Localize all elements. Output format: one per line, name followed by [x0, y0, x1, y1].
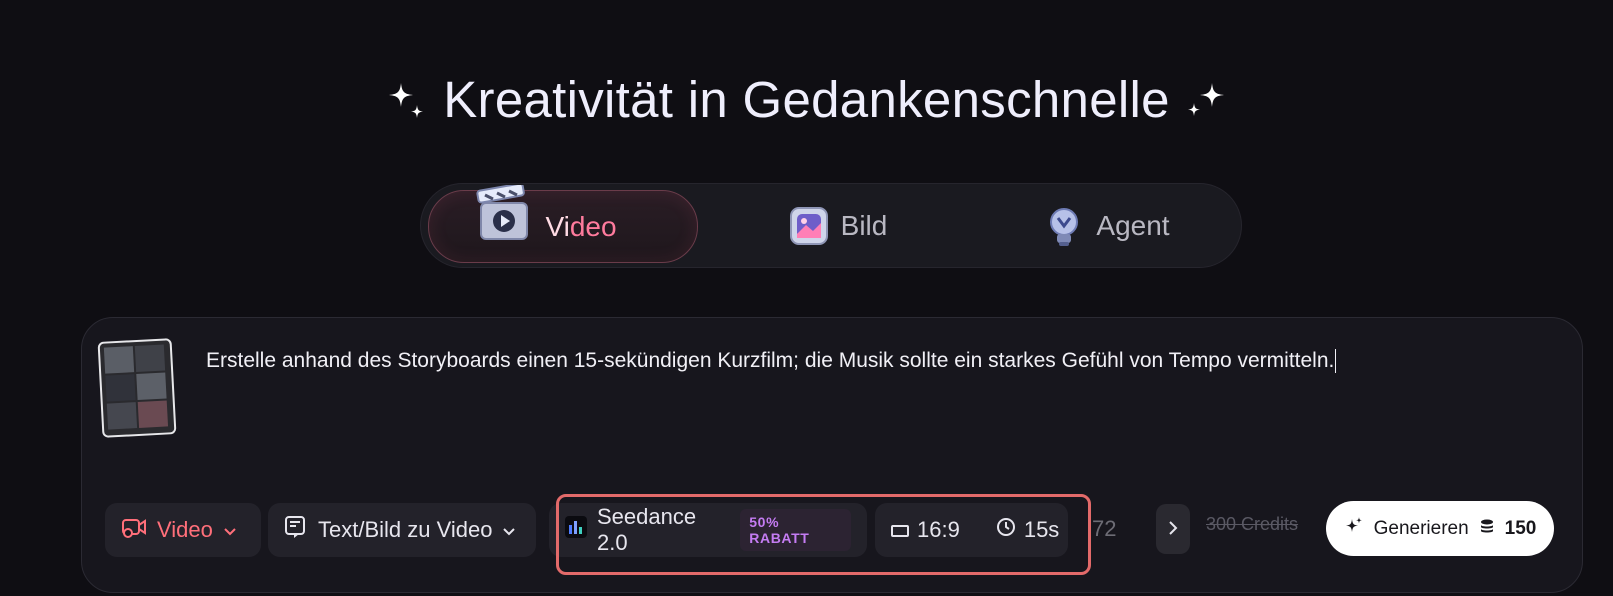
type-select[interactable]: Video: [105, 503, 261, 557]
old-credits-price: 300 Credits: [1206, 514, 1299, 534]
tab-label: Agent: [1096, 209, 1170, 241]
text-caret: [1335, 349, 1337, 374]
headline-text: Kreativität in Gedankenschnelle: [443, 71, 1170, 128]
storyboard-thumbnail[interactable]: [97, 338, 177, 438]
type-select-label: Video: [157, 517, 213, 542]
aspect-duration-group[interactable]: 16:9 15s: [875, 503, 1068, 557]
generate-cost: 150: [1504, 517, 1537, 539]
chevron-down-icon: [223, 517, 237, 543]
lightbulb-icon: [1042, 204, 1086, 248]
model-label: Seedance 2.0: [597, 504, 697, 555]
image-icon: [787, 204, 831, 248]
prompt-text: Erstelle anhand des Storyboards einen 15…: [206, 349, 1335, 372]
aspect-ratio-select[interactable]: 16:9: [891, 517, 960, 543]
aspect-ratio-label: 16:9: [917, 517, 960, 542]
duration-select[interactable]: 15s: [996, 517, 1059, 543]
prompt-card: Erstelle anhand des Storyboards einen 15…: [81, 317, 1583, 593]
video-icon: [121, 516, 147, 544]
model-select[interactable]: Seedance 2.0 50% RABATT: [549, 503, 867, 557]
page-headline: Kreativität in Gedankenschnelle: [0, 70, 1613, 129]
sparkle-icon: [1344, 516, 1364, 542]
duration-label: 15s: [1023, 517, 1060, 542]
mode-select-label: Text/Bild zu Video: [318, 517, 493, 542]
text-image-icon: [284, 515, 308, 545]
seedance-logo-icon: [565, 516, 587, 544]
mode-switch: Video Bild Agent: [420, 182, 1242, 268]
sparkles-icon: [387, 79, 429, 121]
mode-select[interactable]: Text/Bild zu Video: [268, 503, 536, 557]
tab-agent[interactable]: Agent: [977, 190, 1235, 261]
clock-icon: [996, 517, 1016, 543]
discount-badge: 50% RABATT: [740, 509, 851, 551]
generate-button[interactable]: Generieren 150: [1326, 501, 1554, 556]
tab-bild[interactable]: Bild: [707, 190, 967, 261]
resolution-select[interactable]: 72: [1092, 516, 1116, 542]
chevron-right-icon: [1168, 516, 1178, 542]
rectangle-icon: [891, 517, 909, 543]
coin-stack-icon: [1479, 518, 1495, 540]
generate-label: Generieren: [1373, 517, 1469, 539]
clapperboard-icon: [473, 182, 535, 245]
tab-label: Video: [545, 210, 617, 242]
chevron-down-icon: [502, 517, 516, 543]
scroll-right-button[interactable]: [1156, 504, 1190, 554]
tab-video[interactable]: Video: [428, 182, 698, 263]
prompt-input[interactable]: Erstelle anhand des Storyboards einen 15…: [206, 346, 1542, 376]
sparkles-icon: [1184, 79, 1226, 121]
tab-label: Bild: [840, 209, 888, 241]
